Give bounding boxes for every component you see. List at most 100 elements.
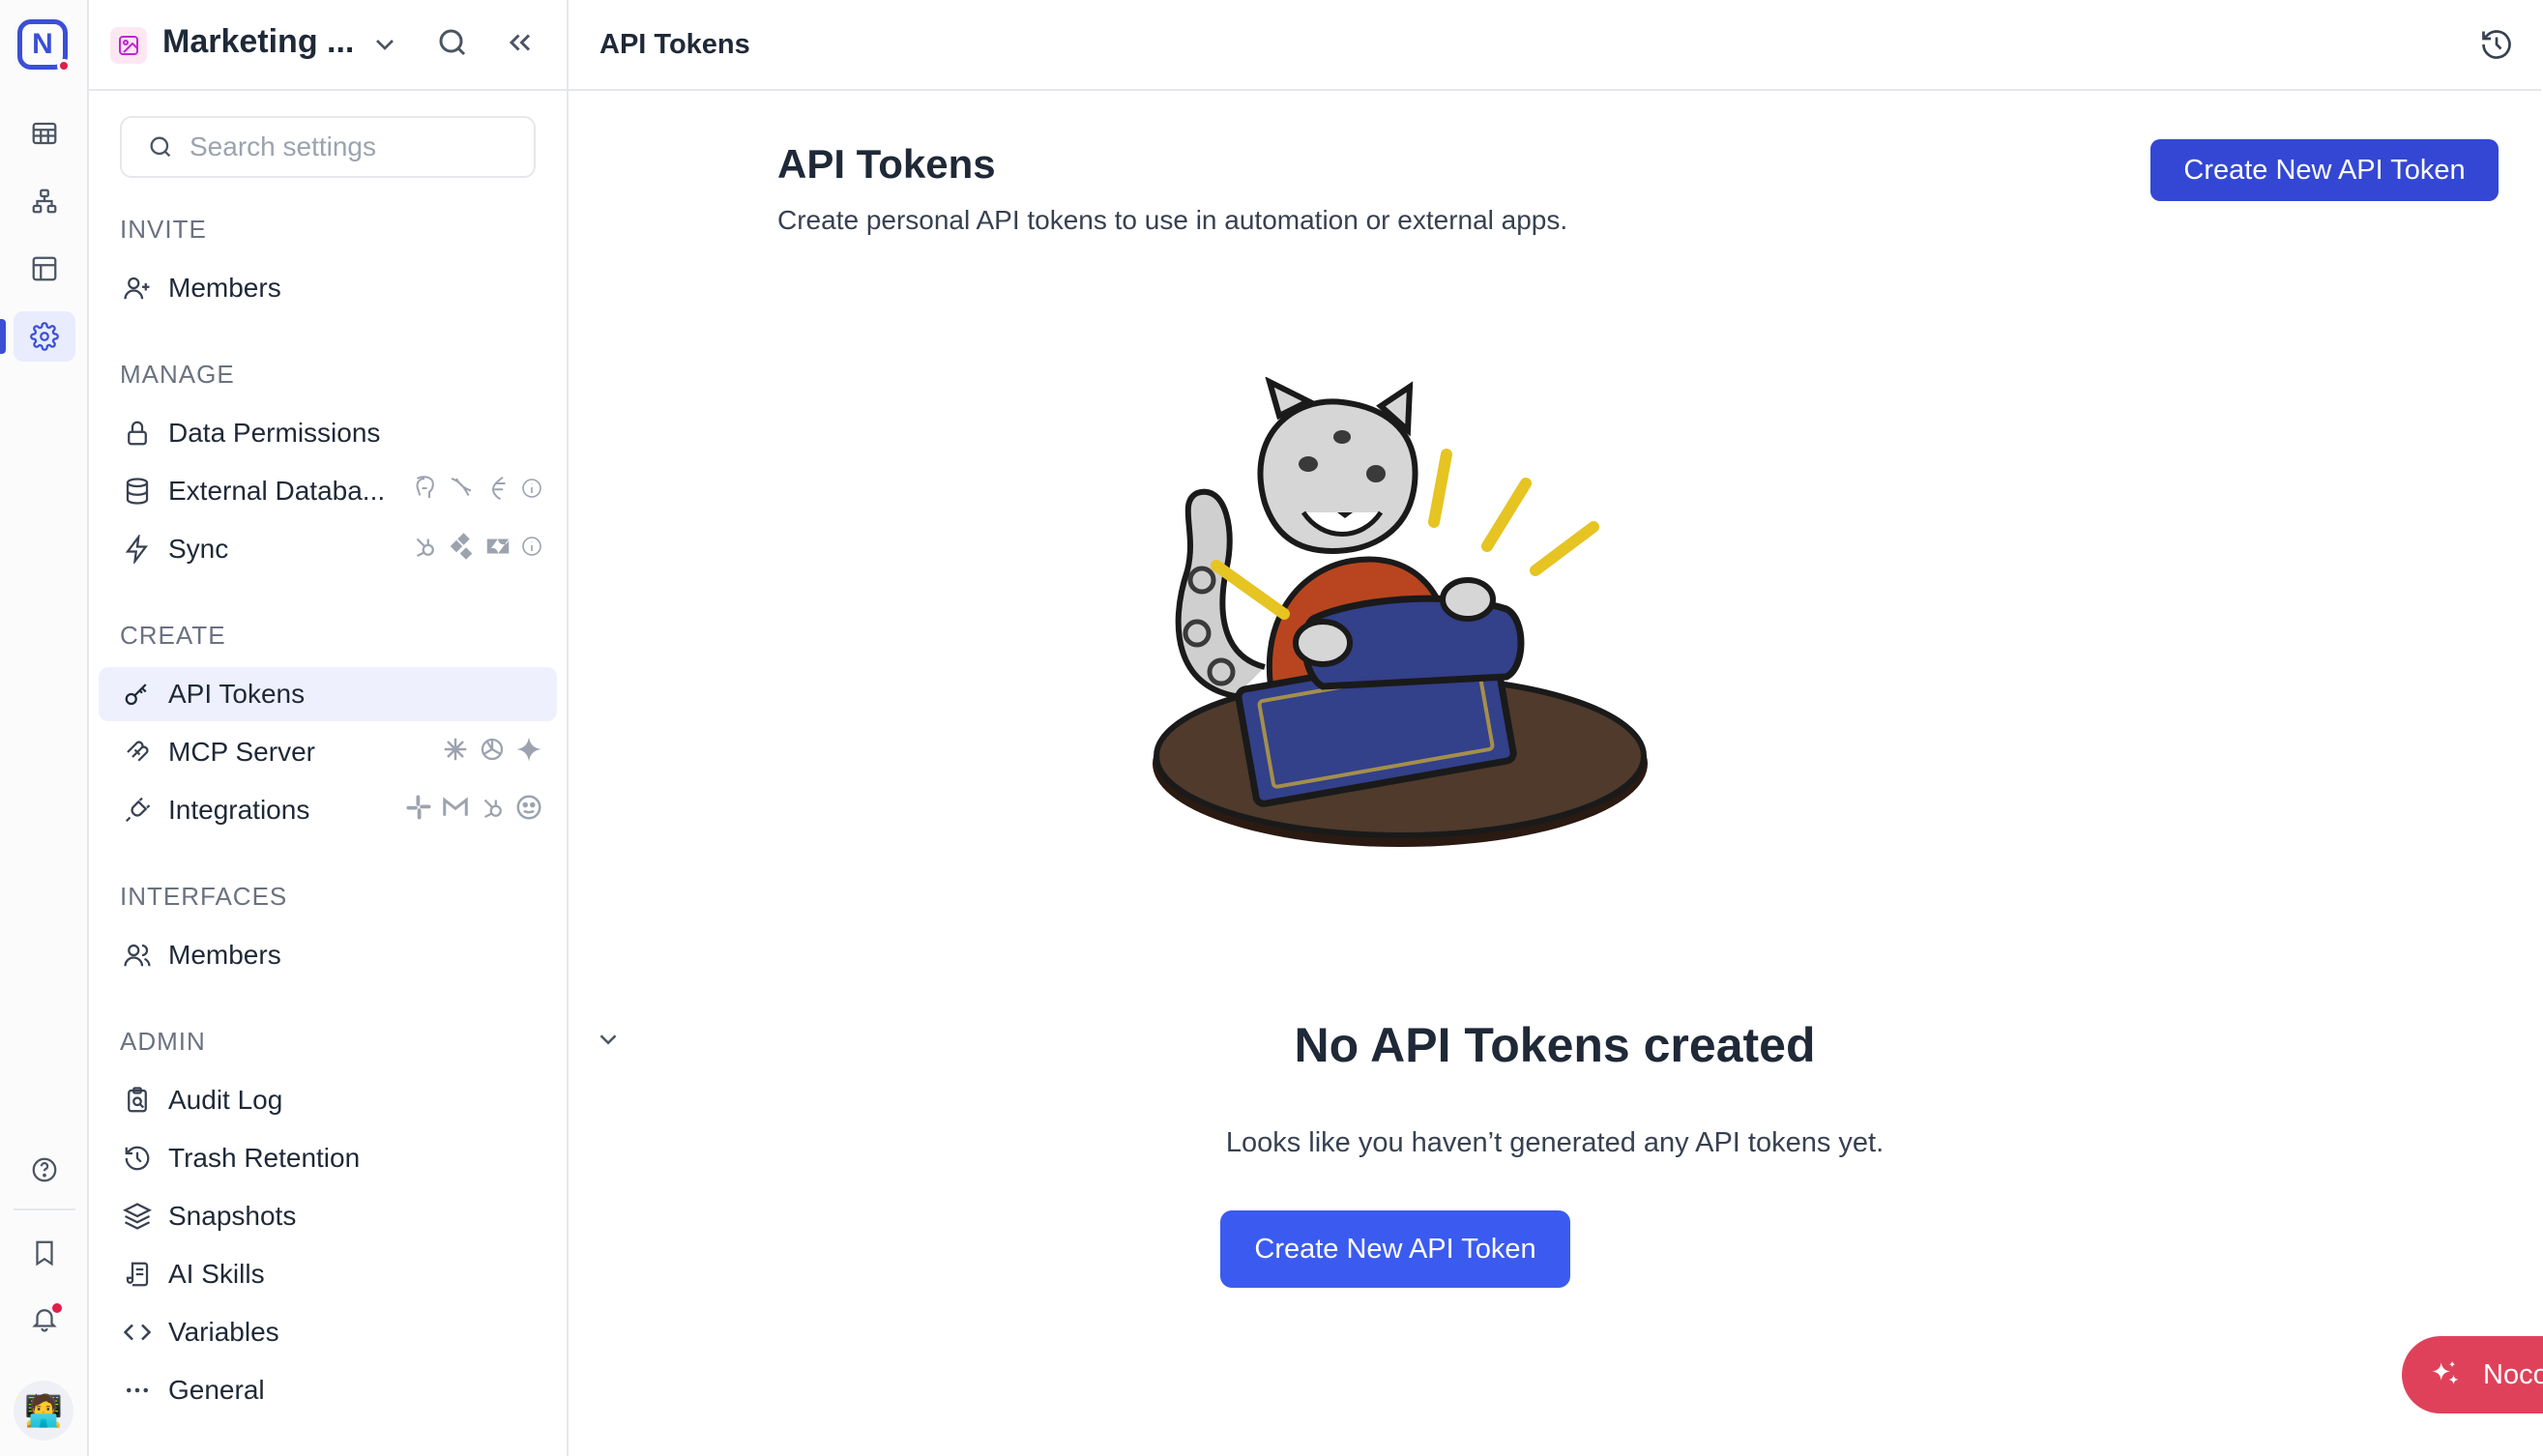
search-icon [150, 136, 171, 158]
database-logos [410, 474, 543, 503]
info-icon[interactable] [520, 535, 543, 558]
lightning-icon [120, 532, 155, 567]
sidebar-item-snapshots[interactable]: Snapshots [99, 1189, 557, 1243]
code-icon [120, 1315, 155, 1350]
logo-letter: N [32, 28, 53, 60]
sidebar-item-label: MCP Server [168, 737, 315, 767]
layers-icon [120, 1199, 155, 1234]
sidebar-item-data-permissions[interactable]: Data Permissions [99, 406, 557, 460]
sidebar-item-api-tokens[interactable]: API Tokens [99, 667, 557, 721]
section-interfaces: INTERFACES [120, 882, 288, 911]
notification-dot [52, 1303, 62, 1313]
history-icon[interactable] [2479, 27, 2514, 67]
main-content: API Tokens API Tokens Create personal AP… [569, 0, 2543, 1456]
integration-logos [404, 793, 543, 822]
key-icon [120, 677, 155, 712]
collapse-sidebar-icon[interactable] [503, 25, 538, 65]
mcp-icon [120, 735, 155, 770]
workspace-header: Marketing ... [89, 0, 567, 91]
sqlserver-icon [491, 476, 506, 501]
section-manage: MANAGE [120, 360, 235, 389]
workspace-image-icon [110, 27, 147, 64]
nocodb-logo[interactable]: N [17, 19, 71, 73]
sidebar-item-label: AI Skills [168, 1259, 265, 1289]
rail-workflows-button[interactable] [14, 176, 75, 226]
sparkles-icon [2432, 1360, 2459, 1384]
create-api-token-button[interactable]: Create New API Token [2150, 139, 2499, 201]
section-create: CREATE [120, 621, 226, 650]
nocoai-button[interactable]: NocoAI [2402, 1336, 2543, 1413]
sidebar-item-label: Snapshots [168, 1201, 297, 1231]
clipboard-search-icon [120, 1083, 155, 1118]
sidebar-item-integrations[interactable]: Integrations [99, 783, 557, 837]
hubspot-icon [483, 799, 502, 819]
gear-icon [30, 322, 59, 351]
sidebar-item-general[interactable]: General [99, 1363, 557, 1417]
layout-icon [32, 256, 57, 281]
sidebar-item-label: Trash Retention [168, 1143, 361, 1173]
rail-help-button[interactable] [14, 1145, 75, 1195]
sidebar-item-label: General [168, 1375, 265, 1405]
sidebar-item-external-databases[interactable]: External Databa... [99, 464, 557, 518]
database-icon [120, 474, 155, 509]
rail-divider [14, 1208, 75, 1210]
info-icon[interactable] [520, 477, 543, 500]
chevron-down-icon[interactable] [369, 29, 400, 65]
section-admin: ADMIN [120, 1027, 206, 1056]
hubspot-icon [416, 538, 434, 558]
snow-leopard-chest-illustration [1153, 377, 1648, 847]
gemini-icon [516, 737, 541, 762]
empty-state-subtitle: Looks like you haven’t generated any API… [1225, 1127, 1885, 1158]
sidebar-item-sync[interactable]: Sync [99, 522, 557, 576]
more-horizontal-icon [120, 1373, 155, 1408]
mcp-logos [441, 735, 543, 764]
settings-search [120, 116, 536, 178]
plug-icon [120, 793, 155, 828]
sidebar-item-audit-log[interactable]: Audit Log [99, 1073, 557, 1127]
bookmark-icon [36, 1240, 53, 1267]
logo-notification-dot [57, 59, 71, 73]
empty-state-title: No API Tokens created [1294, 1018, 1816, 1072]
sidebar-item-label: Audit Log [168, 1085, 283, 1115]
discord-icon [516, 795, 541, 820]
settings-search-input[interactable] [190, 131, 518, 162]
page-subtitle: Create personal API tokens to use in aut… [777, 205, 1568, 235]
sidebar-item-label: Variables [168, 1317, 279, 1347]
search-icon[interactable] [435, 25, 470, 65]
workspace-name[interactable]: Marketing ... [162, 23, 354, 61]
section-invite: INVITE [120, 215, 207, 244]
rail-layout-button[interactable] [14, 244, 75, 294]
sidebar-item-label: API Tokens [168, 679, 306, 709]
gmail-icon [443, 797, 468, 816]
sidebar-item-trash-retention[interactable]: Trash Retention [99, 1131, 557, 1185]
sidebar-item-label: Members [168, 273, 281, 303]
rail-tables-button[interactable] [14, 108, 75, 159]
help-circle-icon [32, 1157, 57, 1182]
page-title: API Tokens [777, 141, 996, 187]
openai-icon [481, 738, 504, 761]
sidebar-item-label: External Databa... [168, 476, 386, 506]
sidebar-item-variables[interactable]: Variables [99, 1305, 557, 1359]
sidebar-item-ai-skills[interactable]: AI Skills [99, 1247, 557, 1301]
user-plus-icon [120, 271, 155, 306]
sync-logos [410, 532, 543, 561]
rail-settings-button[interactable] [0, 311, 75, 362]
sidebar-item-label: Integrations [168, 795, 310, 825]
empty-create-api-token-button[interactable]: Create New API Token [1220, 1210, 1570, 1288]
sidebar-item-label: Members [168, 940, 281, 970]
user-avatar[interactable]: 🧑‍💻 [14, 1381, 73, 1441]
lock-icon [120, 416, 155, 451]
sidebar-item-interfaces-members[interactable]: Members [99, 928, 557, 982]
table-icon [32, 122, 57, 145]
sidebar-item-mcp-server[interactable]: MCP Server [99, 725, 557, 779]
rail-notifications-button[interactable] [14, 1294, 75, 1344]
nocoai-label: NocoAI [2483, 1358, 2543, 1390]
claude-icon [444, 738, 467, 761]
hierarchy-icon [32, 189, 57, 214]
settings-sidebar: Marketing ... INVITE Members MANAGE Data… [89, 0, 617, 1456]
jira-icon [450, 533, 473, 560]
rail-bookmarks-button[interactable] [14, 1228, 75, 1278]
sidebar-item-members[interactable]: Members [99, 261, 557, 315]
postgres-icon [416, 476, 434, 498]
sidebar-item-label: Sync [168, 534, 229, 564]
